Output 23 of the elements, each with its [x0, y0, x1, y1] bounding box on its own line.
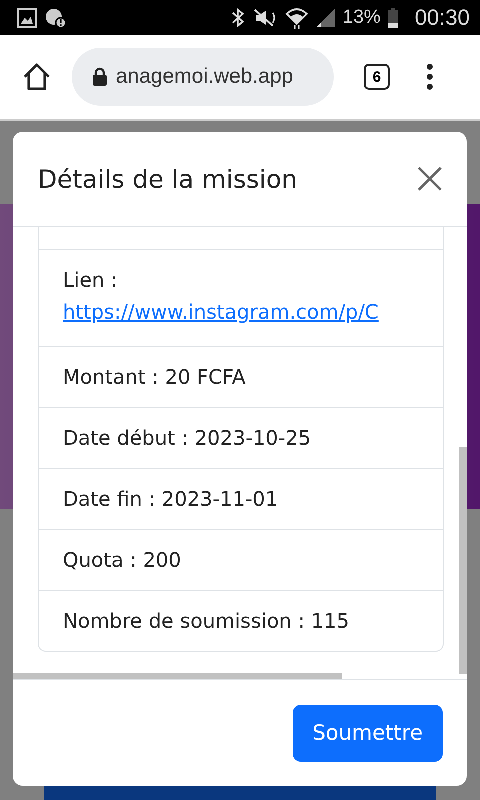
- home-icon[interactable]: [22, 62, 52, 92]
- wifi-icon: [284, 6, 309, 30]
- detail-text: Montant : 20 FCFA: [63, 364, 247, 391]
- url-text: anagemoi.web.app: [116, 65, 294, 89]
- lock-icon: [92, 67, 108, 87]
- submit-button[interactable]: Soumettre: [292, 704, 443, 762]
- close-icon[interactable]: [417, 166, 443, 192]
- detail-text: Date fin : 2023-11-01: [63, 486, 280, 513]
- battery-percentage: 13%: [342, 6, 381, 28]
- modal-title: Détails de la mission: [38, 164, 298, 194]
- detail-text: Quota : 200: [63, 547, 182, 574]
- alert-icon: [44, 6, 68, 28]
- signal-icon: [314, 6, 337, 28]
- more-options-icon[interactable]: [426, 62, 434, 92]
- link-label: Lien :: [63, 267, 119, 294]
- image-icon: [16, 6, 38, 28]
- instagram-link[interactable]: https://www.instagram.com/p/C: [63, 294, 419, 330]
- detail-text: Date début : 2023-10-25: [63, 425, 312, 452]
- detail-text: Nombre de soumission : 115: [63, 608, 350, 635]
- battery-icon: [386, 6, 399, 28]
- tab-count-button[interactable]: 6: [364, 64, 390, 90]
- clock: 00:30: [414, 4, 470, 30]
- address-bar[interactable]: anagemoi.web.app: [72, 48, 334, 106]
